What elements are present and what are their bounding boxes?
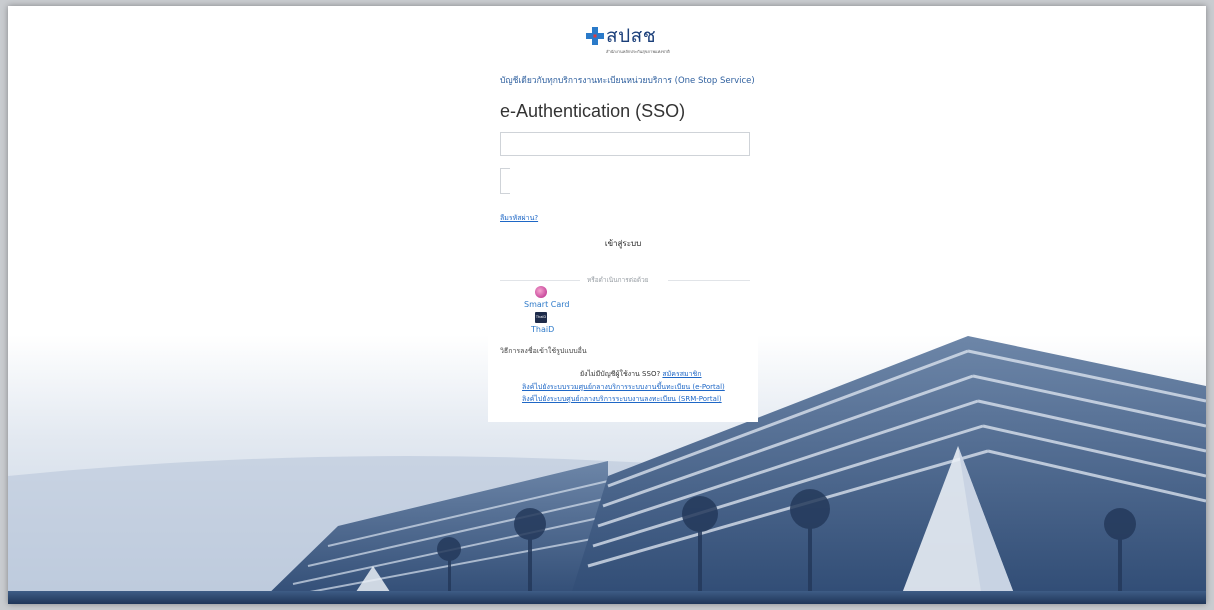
divider-text: หรือดำเนินการต่อด้วย [583, 275, 653, 285]
page-subtitle: บัญชีเดียวกับทุกบริการงานทะเบียนหน่วยบริ… [500, 76, 755, 86]
thaid-login-link[interactable]: ThaiD [531, 325, 554, 334]
login-button[interactable]: เข้าสู่ระบบ [568, 236, 678, 250]
app-window: สปสช สำนักงานหลักประกันสุขภาพแห่งชาติ บั… [8, 6, 1206, 604]
other-login-methods[interactable]: วิธีการลงชื่อเข้าใช้รูปแบบอื่น [500, 346, 587, 357]
username-input[interactable] [500, 132, 750, 156]
password-input[interactable] [500, 168, 510, 194]
logo-text: สปสช [606, 25, 657, 47]
smart-card-login-link[interactable]: Smart Card [524, 300, 569, 309]
divider-line-left [500, 280, 580, 281]
login-card: สปสช สำนักงานหลักประกันสุขภาพแห่งชาติ บั… [488, 6, 758, 422]
register-link[interactable]: สมัครสมาชิก [662, 370, 701, 378]
nhso-cross-logo-icon [586, 27, 604, 45]
logo-subtext: สำนักงานหลักประกันสุขภาพแห่งชาติ [606, 49, 670, 54]
forgot-password-link[interactable]: ลืมรหัสผ่าน? [500, 213, 538, 224]
smart-card-icon[interactable] [535, 286, 547, 298]
thaid-icon[interactable]: ThaiD [535, 312, 547, 323]
nhso-logo: สปสช สำนักงานหลักประกันสุขภาพแห่งชาติ [586, 24, 670, 58]
no-account-text: ยังไม่มีบัญชีผู้ใช้งาน SSO? สมัครสมาชิก [580, 369, 702, 380]
divider-line-right [668, 280, 750, 281]
srm-portal-link[interactable]: ลิงค์ไปยังระบบศูนย์กลางบริการระบบงานลงทะ… [522, 394, 722, 405]
eportal-link[interactable]: ลิงค์ไปยังระบบรวมศูนย์กลางบริการระบบงานข… [522, 382, 725, 393]
page-title: e-Authentication (SSO) [500, 101, 686, 121]
no-account-label: ยังไม่มีบัญชีผู้ใช้งาน SSO? [580, 370, 661, 378]
